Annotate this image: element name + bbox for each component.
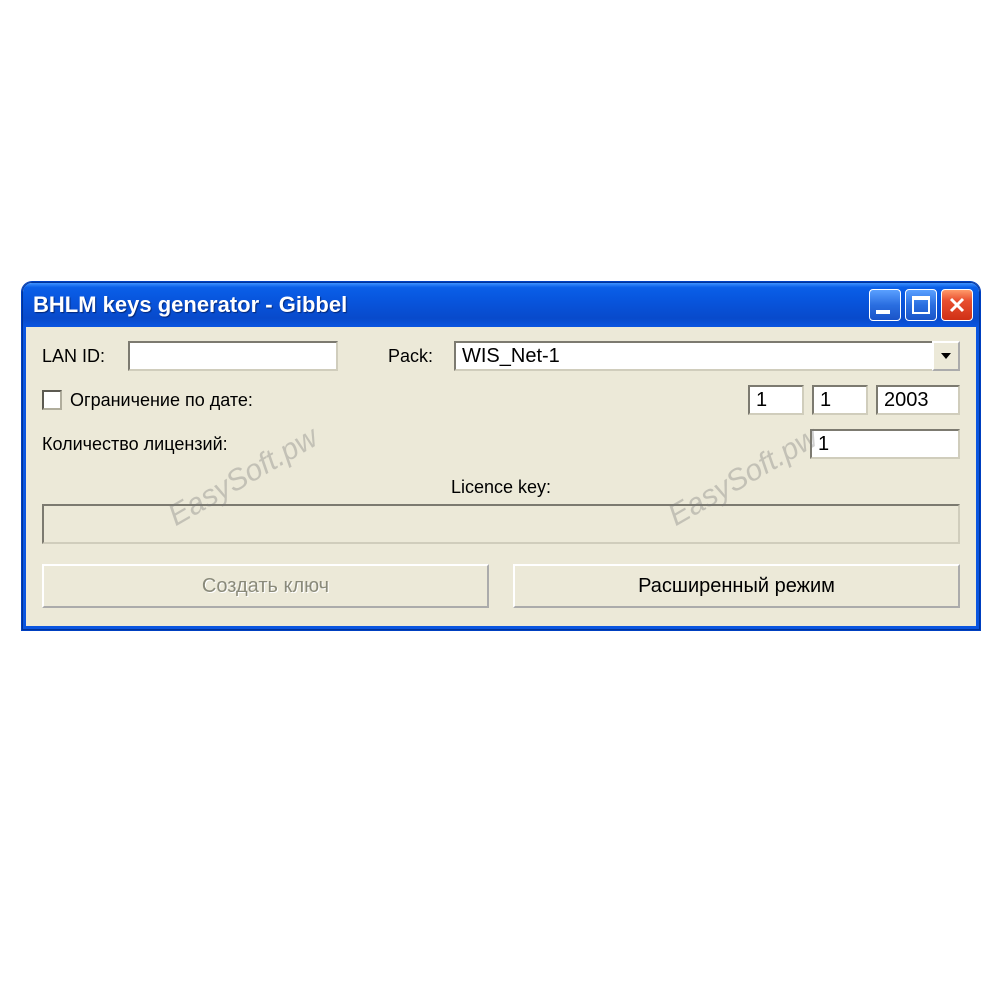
license-key-output — [42, 504, 960, 544]
pack-combobox[interactable] — [454, 341, 960, 371]
window-title: BHLM keys generator - Gibbel — [33, 292, 865, 318]
date-year-input[interactable] — [876, 385, 960, 415]
pack-label: Pack: — [388, 346, 454, 367]
app-window: BHLM keys generator - Gibbel LAN ID: Pac… — [22, 282, 980, 630]
title-bar[interactable]: BHLM keys generator - Gibbel — [23, 283, 979, 327]
close-button[interactable] — [941, 289, 973, 321]
maximize-button[interactable] — [905, 289, 937, 321]
advanced-mode-button[interactable]: Расширенный режим — [513, 564, 960, 608]
license-count-label: Количество лицензий: — [42, 434, 228, 455]
pack-dropdown-button[interactable] — [932, 341, 960, 371]
pack-input[interactable] — [454, 341, 932, 371]
create-key-button[interactable]: Создать ключ — [42, 564, 489, 608]
date-limit-label: Ограничение по дате: — [70, 390, 253, 411]
date-group — [748, 385, 960, 415]
client-area: LAN ID: Pack: Ограничение по дате: Колич… — [23, 327, 979, 629]
date-limit-checkbox[interactable] — [42, 390, 62, 410]
license-count-input[interactable] — [810, 429, 960, 459]
date-month-input[interactable] — [812, 385, 868, 415]
lan-id-input[interactable] — [128, 341, 338, 371]
create-key-label: Создать ключ — [202, 575, 329, 598]
minimize-button[interactable] — [869, 289, 901, 321]
advanced-mode-label: Расширенный режим — [638, 575, 835, 598]
lan-id-label: LAN ID: — [42, 346, 128, 367]
license-key-label: Licence key: — [451, 477, 551, 498]
date-day-input[interactable] — [748, 385, 804, 415]
